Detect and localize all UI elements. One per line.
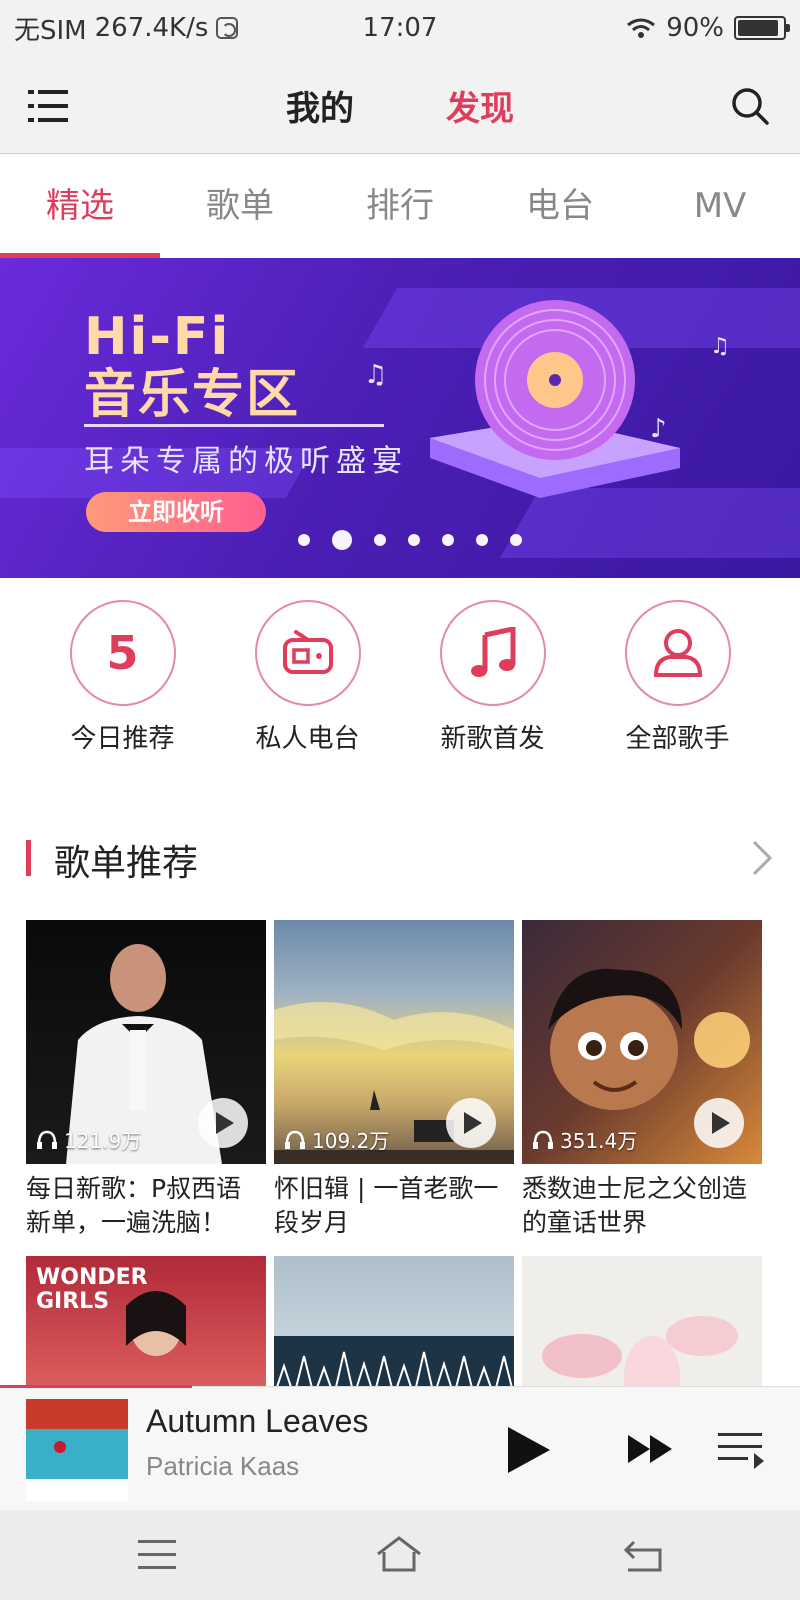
section-title: 歌单推荐	[54, 843, 199, 884]
playlist-cover: 109.2万	[274, 920, 514, 1164]
top-navigation: 我的 发现	[0, 56, 800, 154]
play-count-text: 351.4万	[560, 1129, 638, 1153]
playlist-section-header[interactable]: 歌单推荐	[0, 820, 800, 900]
all-singers-entry[interactable]: 全部歌手	[598, 600, 758, 790]
play-icon[interactable]	[446, 1098, 496, 1148]
daily-recommend-label: 今日推荐	[70, 724, 175, 754]
play-count: 109.2万	[284, 1125, 389, 1154]
private-radio-entry[interactable]: 私人电台	[228, 600, 388, 790]
playlist-title: 悉数迪士尼之父创造的童话世界	[522, 1174, 748, 1237]
battery-fill	[738, 20, 778, 36]
singer-icon	[624, 600, 731, 706]
svg-text:WONDER: WONDER	[36, 1265, 148, 1290]
calendar-number-icon: 5	[69, 600, 176, 706]
pagination-dot[interactable]	[476, 534, 488, 546]
banner-title-line1: Hi-Fi	[84, 307, 231, 367]
play-count: 121.9万	[36, 1125, 141, 1154]
album-art[interactable]	[26, 1399, 128, 1501]
wifi-icon	[626, 17, 656, 39]
section-accent-bar	[26, 840, 31, 876]
song-artist: Patricia Kaas	[146, 1451, 300, 1481]
tab-charts[interactable]: 排行	[320, 155, 480, 258]
headphone-icon	[285, 1130, 305, 1149]
pagination-dot[interactable]	[408, 534, 420, 546]
radio-icon	[254, 600, 361, 706]
search-icon[interactable]	[730, 86, 770, 126]
recent-apps-icon[interactable]	[134, 1532, 180, 1578]
playlist-card[interactable]: 109.2万 怀旧辑 | 一首老歌一段岁月	[274, 920, 514, 1240]
private-radio-label: 私人电台	[255, 724, 360, 754]
playlist-card[interactable]: 121.9万 每日新歌：P叔西语新单，一遍洗脑！	[26, 920, 266, 1240]
daily-number: 5	[106, 626, 139, 680]
system-navigation	[0, 1510, 800, 1600]
mini-player[interactable]: Autumn Leaves Patricia Kaas	[0, 1385, 800, 1510]
playlist-title: 怀旧辑 | 一首老歌一段岁月	[274, 1174, 499, 1237]
play-icon[interactable]	[198, 1098, 248, 1148]
pagination-dot[interactable]	[332, 530, 352, 550]
battery-icon	[734, 16, 790, 40]
status-bar: 无SIM 267.4K/s 17:07 90%	[0, 0, 800, 56]
playlist-cover: 351.4万	[522, 920, 762, 1164]
vinyl-record-icon	[430, 300, 680, 498]
battery-percent: 90%	[666, 13, 724, 43]
back-icon[interactable]	[620, 1532, 666, 1578]
pagination-dot[interactable]	[442, 534, 454, 546]
quick-entries: 5 今日推荐 私人电台 新歌首发 全部歌手	[0, 600, 800, 790]
music-note-icon	[439, 600, 546, 706]
headphone-icon	[533, 1130, 553, 1149]
playlist-cover: 121.9万	[26, 920, 266, 1164]
banner-divider	[84, 424, 384, 427]
play-count-text: 121.9万	[64, 1129, 142, 1153]
playlist-card[interactable]: 351.4万 悉数迪士尼之父创造的童话世界	[522, 920, 762, 1240]
tab-featured[interactable]: 精选	[0, 155, 160, 258]
all-singers-label: 全部歌手	[625, 724, 730, 754]
pagination-dot[interactable]	[510, 534, 522, 546]
play-icon[interactable]	[694, 1098, 744, 1148]
next-track-icon[interactable]	[628, 1433, 674, 1465]
banner-title: Hi-Fi 音乐专区	[84, 308, 300, 424]
hero-banner[interactable]: Hi-Fi 音乐专区 耳朵专属的极听盛宴 立即收听 ♫ ♫ ♪	[0, 258, 800, 578]
banner-pagination	[0, 530, 800, 550]
play-count-text: 109.2万	[312, 1129, 390, 1153]
sync-icon	[216, 17, 239, 39]
home-icon[interactable]	[376, 1532, 422, 1578]
playlist-queue-icon[interactable]	[718, 1431, 764, 1471]
daily-recommend-entry[interactable]: 5 今日推荐	[43, 600, 203, 790]
chevron-right-icon[interactable]	[750, 838, 774, 878]
pagination-dot[interactable]	[298, 534, 310, 546]
carrier-text: 无SIM	[14, 15, 87, 46]
listen-now-button[interactable]: 立即收听	[86, 492, 266, 532]
album-artwork	[26, 1399, 128, 1501]
playlist-title: 每日新歌：P叔西语新单，一遍洗脑！	[26, 1174, 242, 1237]
music-note-icon: ♫	[364, 360, 388, 390]
headphone-icon	[37, 1130, 57, 1149]
tab-radio[interactable]: 电台	[480, 155, 640, 258]
tab-mine[interactable]: 我的	[286, 81, 354, 130]
banner-subtitle: 耳朵专属的极听盛宴	[84, 444, 408, 479]
play-count: 351.4万	[532, 1125, 637, 1154]
playback-progress[interactable]	[0, 1385, 192, 1388]
banner-title-line2: 音乐专区	[84, 365, 301, 425]
network-speed: 267.4K/s	[94, 13, 209, 43]
new-songs-entry[interactable]: 新歌首发	[413, 600, 573, 790]
category-tabs: 精选 歌单 排行 电台 MV	[0, 155, 800, 258]
play-icon[interactable]	[506, 1425, 552, 1475]
tab-discover[interactable]: 发现	[446, 81, 514, 130]
tab-playlists[interactable]: 歌单	[160, 155, 320, 258]
song-title: Autumn Leaves	[146, 1403, 369, 1439]
pagination-dot[interactable]	[374, 534, 386, 546]
svg-text:GIRLS: GIRLS	[36, 1289, 109, 1314]
new-songs-label: 新歌首发	[440, 724, 545, 754]
tab-mv[interactable]: MV	[640, 155, 800, 258]
